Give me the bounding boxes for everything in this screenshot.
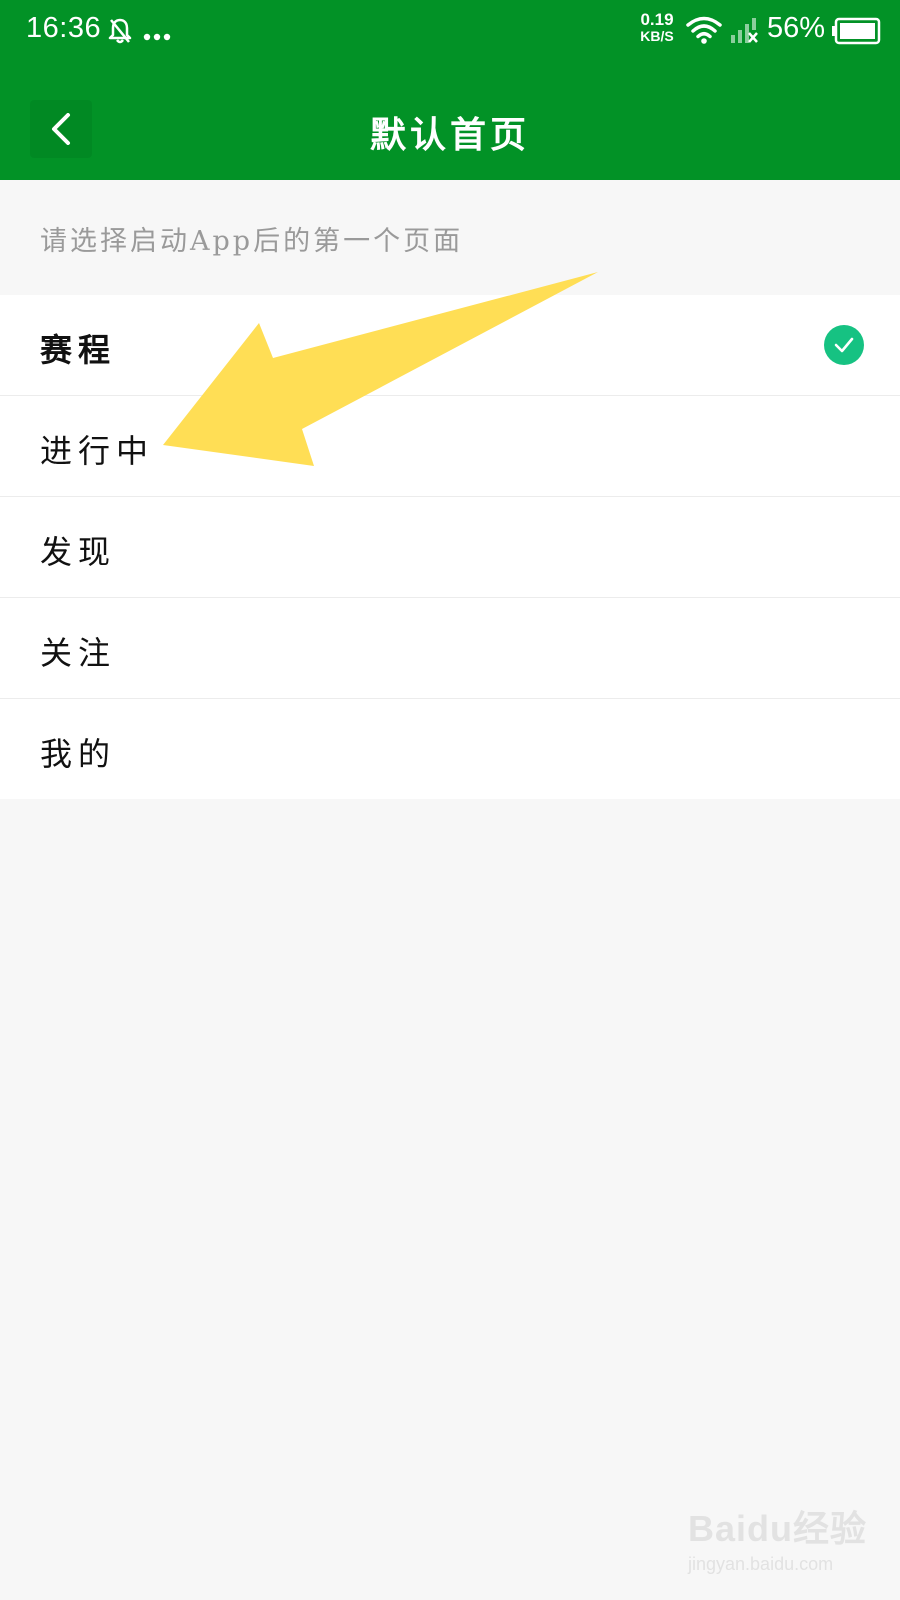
- option-label: 进行中: [40, 432, 155, 470]
- option-list: 赛程 进行中 发现 关注 我的: [0, 295, 900, 799]
- option-mine[interactable]: 我的: [0, 699, 900, 799]
- watermark-brand: Baidu经验: [688, 1508, 868, 1549]
- watermark: Baidu经验 jingyan.baidu.com: [688, 1500, 867, 1575]
- page-title: 默认首页: [369, 114, 530, 156]
- option-label: 关注: [40, 634, 117, 672]
- screen: 16:36 0.19 KB/S 56% 默认首页 请选择启动App后的第一个页面…: [0, 0, 900, 1600]
- check-circle-icon: [824, 325, 864, 365]
- option-follow[interactable]: 关注: [0, 598, 900, 699]
- title-bar: 默认首页: [0, 62, 900, 180]
- watermark-url: jingyan.baidu.com: [688, 1554, 834, 1574]
- network-speed-unit: KB/S: [640, 28, 674, 44]
- battery-percent: 56%: [767, 12, 826, 44]
- battery-icon: [832, 17, 882, 49]
- option-in-progress[interactable]: 进行中: [0, 396, 900, 497]
- bell-off-icon: [108, 17, 132, 49]
- status-time: 16:36: [26, 12, 102, 44]
- hint-text: 请选择启动App后的第一个页面: [40, 226, 464, 257]
- option-label: 发现: [40, 533, 117, 571]
- network-speed-value: 0.19: [640, 10, 674, 29]
- wifi-icon: [686, 16, 722, 48]
- more-dots-icon: [143, 26, 171, 45]
- signal-no-service-icon: [730, 16, 760, 48]
- option-discover[interactable]: 发现: [0, 497, 900, 598]
- status-bar: 16:36 0.19 KB/S 56%: [0, 0, 900, 62]
- option-schedule[interactable]: 赛程: [0, 295, 900, 396]
- network-speed: 0.19 KB/S: [636, 11, 678, 45]
- option-label: 赛程: [40, 331, 117, 369]
- option-label: 我的: [40, 735, 117, 773]
